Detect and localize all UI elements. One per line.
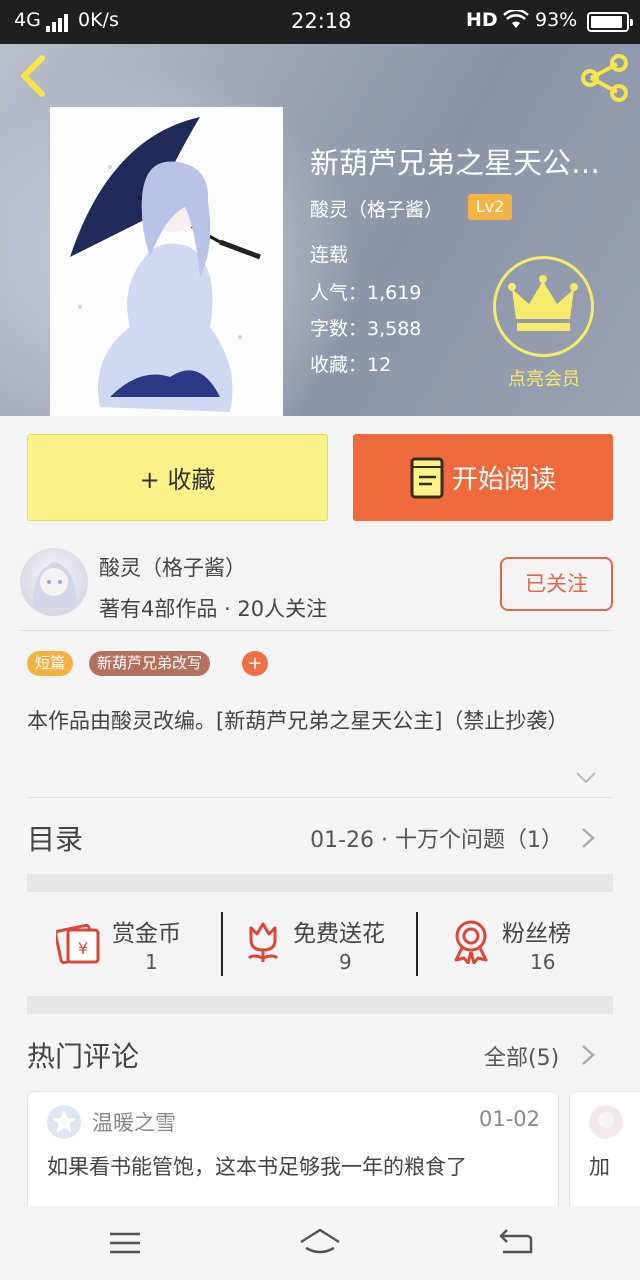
book-title: 新葫芦兄弟之星天公… — [310, 146, 601, 180]
tag-short[interactable]: 短篇 — [27, 651, 74, 676]
all-comments-label: 全部(5) — [484, 1046, 560, 1071]
reward-flowers[interactable]: 免费送花 9 — [243, 910, 403, 976]
reward-count: 9 — [339, 950, 352, 974]
follow-button[interactable]: 已关注 — [500, 557, 613, 611]
svg-text:¥: ¥ — [78, 939, 88, 958]
section-gap — [27, 874, 613, 892]
book-header: 新葫芦兄弟之星天公… 酸灵（格子酱） Lv2 连载 人气：1,619 字数：3,… — [0, 44, 640, 416]
share-icon — [581, 54, 628, 102]
user-avatar-icon — [47, 1105, 81, 1139]
author-avatar[interactable] — [20, 548, 88, 616]
chevron-right-icon — [582, 1045, 595, 1065]
reward-count: 16 — [530, 950, 556, 974]
network-speed: 0K/s — [78, 9, 119, 31]
start-reading-label: 开始阅读 — [451, 465, 556, 495]
separator — [221, 912, 223, 976]
separator — [416, 912, 418, 976]
collect-button[interactable]: + 收藏 — [27, 434, 328, 521]
chevron-down-icon[interactable] — [575, 770, 597, 786]
divider — [27, 797, 613, 798]
book-status: 连载 — [310, 244, 349, 266]
system-nav-bar — [0, 1206, 640, 1280]
book-cover[interactable] — [50, 107, 283, 416]
reward-label: 免费送花 — [293, 921, 385, 947]
comment-date: 01-02 — [478, 1107, 540, 1131]
reward-coins[interactable]: ¥ 赏金币 1 — [56, 910, 206, 976]
flower-icon — [247, 922, 279, 962]
clock: 22:18 — [291, 9, 352, 33]
comment-card[interactable]: 加 — [569, 1091, 640, 1221]
tag-rewrite[interactable]: 新葫芦兄弟改写 — [89, 651, 211, 676]
reward-label: 赏金币 — [112, 921, 181, 947]
comment-text: 如果看书能管饱，这本书足够我一年的粮食了 — [47, 1155, 467, 1179]
start-reading-button[interactable]: 开始阅读 — [353, 434, 613, 521]
book-author[interactable]: 酸灵（格子酱） — [310, 195, 443, 222]
medal-icon — [454, 920, 488, 964]
menu-icon[interactable] — [106, 1226, 146, 1260]
avatar-illustration — [33, 562, 77, 608]
latest-chapter: 01-26 · 十万个问题（1） — [310, 828, 563, 853]
battery-percent: 93% — [535, 9, 578, 31]
back-arrow-icon — [21, 55, 45, 97]
return-icon[interactable] — [497, 1226, 537, 1260]
hd-indicator: HD — [466, 9, 498, 31]
vip-label: 点亮会员 — [508, 369, 580, 390]
author-stats: 著有4部作品 · 20人关注 — [99, 597, 328, 621]
back-button[interactable] — [14, 54, 54, 98]
red-envelope-icon: ¥ — [56, 923, 100, 965]
comment-card[interactable]: 温暖之雪 01-02 如果看书能管饱，这本书足够我一年的粮食了 — [27, 1091, 559, 1221]
level-badge: Lv2 — [468, 194, 512, 220]
battery-icon — [587, 12, 633, 32]
collect-label: + 收藏 — [139, 466, 216, 494]
reward-label: 粉丝榜 — [502, 921, 571, 947]
vip-button[interactable] — [493, 256, 594, 357]
author-name[interactable]: 酸灵（格子酱） — [99, 552, 246, 582]
crown-icon — [508, 275, 578, 331]
share-button[interactable] — [579, 54, 631, 102]
section-gap — [27, 996, 613, 1014]
divider — [20, 630, 613, 631]
add-tag-button[interactable]: + — [242, 651, 268, 676]
book-icon — [410, 457, 444, 498]
chevron-right-icon — [582, 828, 595, 848]
catalog-label: 目录 — [27, 823, 84, 856]
book-synopsis: 本作品由酸灵改编。[新葫芦兄弟之星天公主]（禁止抄袭） — [27, 709, 569, 733]
hot-comments-title: 热门评论 — [27, 1040, 140, 1073]
cover-illustration — [50, 107, 283, 416]
book-popularity: 人气：1,619 — [310, 282, 422, 304]
signal-icon — [46, 12, 68, 32]
reward-fan-ranking[interactable]: 粉丝榜 16 — [450, 910, 590, 976]
book-word-count: 字数：3,588 — [310, 318, 422, 340]
book-collections: 收藏：12 — [310, 354, 392, 376]
user-avatar — [589, 1105, 623, 1139]
status-bar: 4G 0K/s 22:18 HD 93% — [0, 0, 640, 44]
reward-count: 1 — [145, 950, 158, 974]
wifi-icon — [503, 8, 529, 35]
network-type: 4G — [14, 9, 41, 31]
comment-username: 温暖之雪 — [92, 1111, 176, 1135]
comment-text: 加 — [589, 1155, 610, 1179]
home-icon[interactable] — [298, 1226, 342, 1260]
